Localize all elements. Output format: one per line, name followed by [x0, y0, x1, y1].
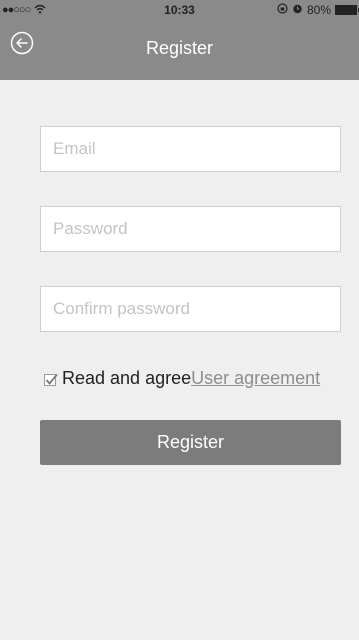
- status-right: 80%: [277, 3, 359, 17]
- password-field[interactable]: [41, 207, 340, 251]
- alarm-icon: [292, 3, 303, 17]
- checkmark-icon: [44, 373, 58, 386]
- agree-checkbox[interactable]: [44, 371, 58, 386]
- agreement-row: Read and agree User agreement: [44, 366, 320, 390]
- page-title: Register: [145, 38, 214, 58]
- navigation-bar: Register: [0, 20, 359, 80]
- register-button[interactable]: Register: [40, 420, 341, 465]
- orientation-lock-icon: [277, 3, 288, 17]
- battery-icon: [335, 5, 359, 15]
- battery-percentage: 80%: [306, 3, 331, 17]
- agree-label: Read and agree: [62, 367, 192, 388]
- status-bar: ●●○○○ 10:33 80%: [0, 0, 359, 20]
- user-agreement-link[interactable]: User agreement: [191, 368, 320, 389]
- password-field-container: [40, 206, 341, 252]
- confirm-password-field-container: [40, 286, 341, 332]
- confirm-password-field[interactable]: [41, 287, 340, 331]
- email-field[interactable]: [41, 127, 340, 171]
- email-field-container: [40, 126, 341, 172]
